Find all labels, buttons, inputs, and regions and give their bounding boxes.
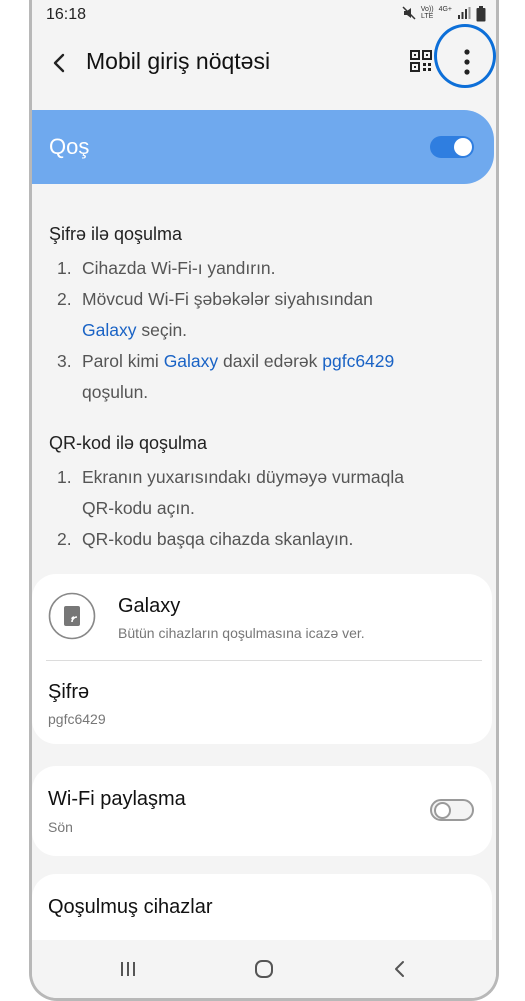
signal-icon xyxy=(458,7,471,19)
status-icons: Vo)) LTE 4G+ xyxy=(402,6,486,22)
switch-knob xyxy=(434,802,451,819)
status-time: 16:18 xyxy=(46,6,87,23)
mute-icon xyxy=(402,6,416,20)
network-subtitle: Bütün cihazların qoşulmasına icazə ver. xyxy=(118,625,365,641)
status-bar: 16:18 Vo)) LTE 4G+ xyxy=(32,0,496,32)
network-name-link: Galaxy xyxy=(82,320,137,340)
app-bar: Mobil giriş nöqtəsi xyxy=(32,32,496,96)
step-item: 3. Parol kimi Galaxy daxil edərək pgfc64… xyxy=(57,351,395,402)
page-title: Mobil giriş nöqtəsi xyxy=(86,48,271,74)
network-card: Galaxy Bütün cihazların qoşulmasına icaz… xyxy=(32,574,492,744)
password-method-section: Şifrə ilə qoşulma 1. Cihazda Wi-Fi-ı yan… xyxy=(49,224,482,408)
password-label: Şifrə xyxy=(48,681,90,703)
hotspot-device-icon xyxy=(48,592,96,640)
hotspot-toggle-bar[interactable]: Qoş xyxy=(32,110,494,184)
nav-back-icon[interactable] xyxy=(386,956,414,982)
step-item: 1. Cihazda Wi-Fi-ı yandırın. xyxy=(57,258,276,278)
volte-indicator: Vo)) LTE xyxy=(420,6,434,20)
qr-method-steps: 1. Ekranın yuxarısındakı düyməyə vurmaql… xyxy=(49,462,482,555)
home-icon[interactable] xyxy=(250,956,278,982)
more-options-highlight xyxy=(434,24,496,88)
back-arrow-icon[interactable] xyxy=(46,48,74,78)
password-value: pgfc6429 xyxy=(48,711,106,727)
password-text: pgfc6429 xyxy=(322,351,395,371)
hotspot-switch[interactable] xyxy=(430,136,474,158)
connected-devices-label: Qoşulmuş cihazlar xyxy=(48,896,213,918)
step-item: 2. Mövcud Wi-Fi şəbəkələr siyahısından G… xyxy=(57,289,373,340)
battery-icon xyxy=(476,6,486,22)
hotspot-toggle-label: Qoş xyxy=(49,134,90,159)
qr-method-heading: QR-kod ilə qoşulma xyxy=(49,433,208,453)
wifi-sharing-label: Wi-Fi paylaşma xyxy=(48,788,186,810)
wifi-sharing-switch[interactable] xyxy=(430,799,474,821)
network-name: Galaxy xyxy=(118,595,181,617)
network-name-row[interactable]: Galaxy Bütün cihazların qoşulmasına icaz… xyxy=(32,574,492,660)
navigation-bar xyxy=(32,940,496,998)
switch-knob xyxy=(454,138,472,156)
step-item: 1. Ekranın yuxarısındakı düyməyə vurmaql… xyxy=(57,467,404,518)
phone-frame: 16:18 Vo)) LTE 4G+ Mobil giriş nöqtəsi Q… xyxy=(29,0,499,1001)
recents-icon[interactable] xyxy=(114,956,142,982)
password-row[interactable]: Şifrə pgfc6429 xyxy=(32,661,492,743)
network-indicator: 4G+ xyxy=(438,6,452,13)
password-method-heading: Şifrə ilə qoşulma xyxy=(49,224,183,244)
password-method-steps: 1. Cihazda Wi-Fi-ı yandırın. 2. Mövcud W… xyxy=(49,253,482,408)
qr-method-section: QR-kod ilə qoşulma 1. Ekranın yuxarısınd… xyxy=(49,433,482,555)
wifi-sharing-status: Sön xyxy=(48,819,73,835)
wifi-sharing-card[interactable]: Wi-Fi paylaşma Sön xyxy=(32,766,492,856)
step-item: 2. QR-kodu başqa cihazda skanlayın. xyxy=(57,529,354,549)
qr-code-icon[interactable] xyxy=(410,50,432,72)
network-name-link: Galaxy xyxy=(163,351,219,371)
